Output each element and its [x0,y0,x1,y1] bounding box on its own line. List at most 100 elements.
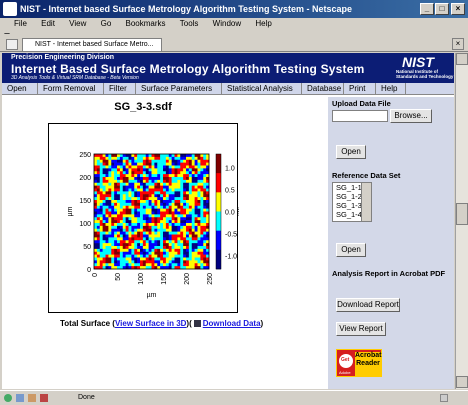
heatmap-cell [145,225,149,230]
heatmap-cell [108,223,112,227]
heatmap-cell [94,162,98,166]
heatmap-cell [114,202,118,207]
menu-file[interactable]: File [14,19,27,28]
menu-bookmarks[interactable]: Bookmarks [126,19,166,28]
heatmap-cell [165,220,170,224]
file-path-input[interactable] [332,110,388,122]
heatmap-cell [186,168,190,172]
heatmap-cell [131,162,135,166]
heatmap-cell [191,251,195,255]
heatmap-cell [157,179,161,184]
nav-open[interactable]: Open [2,83,38,95]
heatmap-cell [177,197,181,201]
maximize-button[interactable]: □ [435,3,449,15]
heatmap-cell [168,254,172,258]
heatmap-cell [131,200,135,204]
heatmap-cell [111,208,115,212]
heatmap-cell [180,171,184,175]
heatmap-cell [183,168,187,172]
heatmap-cell [108,182,112,186]
nav-print[interactable]: Print [344,83,376,95]
open-upload-button[interactable]: Open [336,145,366,159]
browser-tab[interactable]: NIST - Internet based Surface Metro... [22,38,162,51]
nav-database[interactable]: Database [302,83,344,95]
get-acrobat-badge[interactable]: Get Acrobat Reader Adobe [336,349,382,377]
heatmap-cell [119,225,124,230]
heatmap-cell [191,200,195,204]
heatmap-cell [191,220,195,224]
heatmap-cell [114,162,118,166]
scroll-thumb[interactable] [456,203,468,225]
status-security-icon [28,394,36,402]
heatmap-cell [111,248,115,253]
list-scrollbar[interactable] [361,183,371,221]
menu-help[interactable]: Help [255,19,271,28]
nav-form-removal[interactable]: Form Removal [38,83,104,95]
heatmap-cell [160,260,164,264]
heatmap-cell [117,220,121,224]
heatmap-cell [174,174,178,178]
heatmap-cell [125,202,129,207]
download-data-link[interactable]: Download Data [203,319,261,328]
heatmap-cell [114,225,118,230]
heatmap-cell [137,263,141,267]
open-reference-button[interactable]: Open [336,243,366,257]
heatmap-cell [131,263,135,267]
heatmap-cell [142,208,147,212]
nav-surface-parameters[interactable]: Surface Parameters [136,83,222,95]
nav-help[interactable]: Help [376,83,406,95]
heatmap-cell [160,191,164,195]
heatmap-cell [140,188,144,192]
browse-button[interactable]: Browse... [390,109,432,123]
heatmap-cell [99,217,103,221]
heatmap-cell [151,200,155,204]
download-report-button[interactable]: Download Report [336,298,400,312]
heatmap-cell [188,156,193,161]
menu-window[interactable]: Window [213,19,241,28]
heatmap-cell [111,223,115,227]
new-tab-icon[interactable] [6,39,18,50]
heatmap-cell [154,251,158,255]
close-button[interactable]: × [451,3,465,15]
heatmap-cell [122,174,126,178]
heatmap-cell [125,185,129,189]
minimize-button[interactable]: _ [420,3,434,15]
heatmap-cell [114,217,118,221]
heatmap-cell [168,208,172,212]
heatmap-cell [197,223,201,227]
page-scrollbar[interactable] [455,53,468,389]
close-tab-icon[interactable]: × [452,38,464,50]
site-banner: Precision Engineering Division Internet … [2,53,454,83]
heatmap-cell [99,251,103,255]
heatmap-cell [183,162,187,166]
heatmap-cell [200,214,204,218]
menu-edit[interactable]: Edit [41,19,55,28]
heatmap-cell [154,263,158,267]
view-3d-link[interactable]: View Surface in 3D [115,319,186,328]
menu-view[interactable]: View [69,19,86,28]
heatmap-cell [125,159,129,163]
heatmap-cell [165,154,170,158]
upload-title: Upload Data File [332,99,391,108]
heatmap-cell [197,194,201,198]
heatmap-cell [160,174,164,178]
heatmap-cell [111,231,115,235]
menu-tools[interactable]: Tools [180,19,199,28]
heatmap-cell [186,208,190,212]
heatmap-cell [148,185,152,189]
heatmap-cell [137,231,141,235]
heatmap-cell [148,251,152,255]
heatmap-cell [174,200,178,204]
heatmap-cell [171,251,175,255]
heatmap-cell [99,260,103,264]
scroll-up-icon[interactable] [456,53,468,65]
nav-filter[interactable]: Filter [104,83,136,95]
scroll-down-icon[interactable] [456,376,468,388]
view-report-button[interactable]: View Report [336,322,386,336]
menu-go[interactable]: Go [101,19,112,28]
heatmap-cell [180,263,184,267]
heatmap-cell [102,260,106,264]
nav-statistical-analysis[interactable]: Statistical Analysis [222,83,302,95]
heatmap-cell [140,208,144,212]
heatmap-cell [148,162,152,166]
